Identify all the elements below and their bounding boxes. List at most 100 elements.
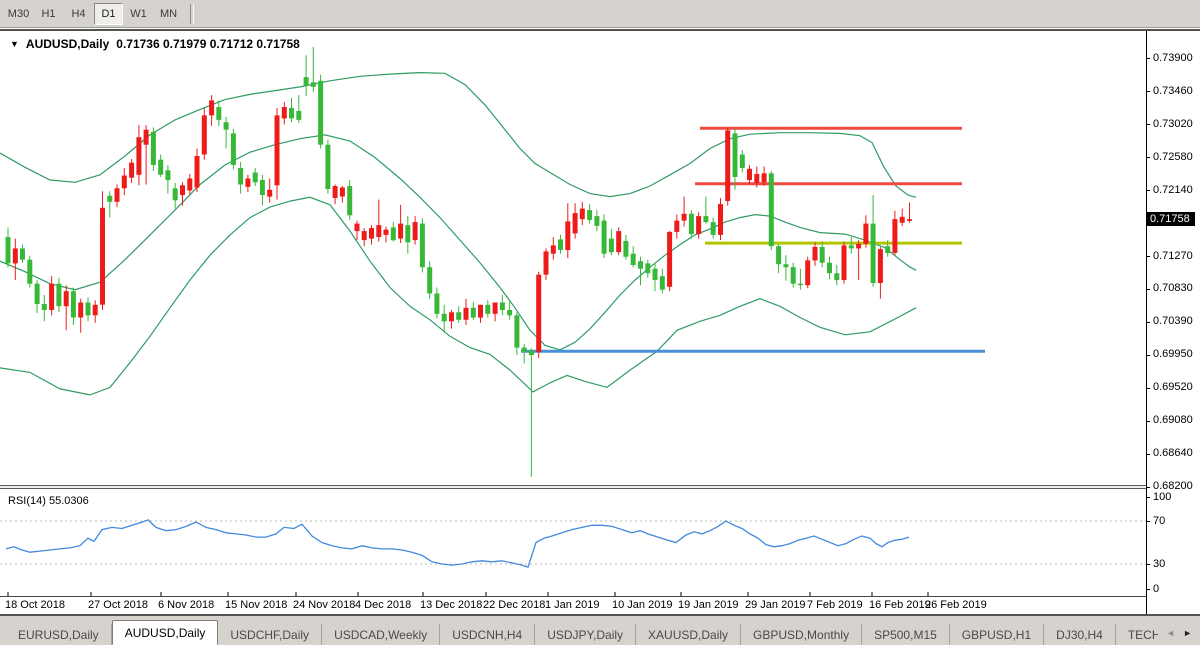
candle-bear[interactable]: [224, 117, 229, 149]
candle-bull[interactable]: [580, 202, 585, 225]
candle-bear[interactable]: [427, 261, 432, 299]
chart-tab-usdjpy-daily[interactable]: USDJPY,Daily: [535, 624, 636, 645]
candle-bull[interactable]: [115, 185, 120, 208]
candle-bull[interactable]: [340, 186, 345, 203]
candle-bear[interactable]: [602, 215, 607, 259]
candle-bull[interactable]: [464, 299, 469, 325]
candle-bull[interactable]: [398, 205, 403, 243]
candle-bull[interactable]: [674, 215, 679, 239]
candle-bull[interactable]: [333, 185, 338, 205]
candle-bear[interactable]: [631, 246, 636, 267]
candle-bear[interactable]: [71, 288, 76, 326]
price-chart-canvas[interactable]: [0, 31, 1146, 485]
candle-bear[interactable]: [442, 305, 447, 333]
candle-bear[interactable]: [769, 171, 774, 250]
chart-tab-usdcad-weekly[interactable]: USDCAD,Weekly: [322, 624, 440, 645]
candle-bull[interactable]: [573, 203, 578, 238]
candle-bear[interactable]: [456, 306, 461, 323]
candle-bear[interactable]: [42, 295, 47, 321]
candle-bear[interactable]: [151, 127, 156, 171]
tab-scroll-left-icon[interactable]: ◄: [1166, 628, 1175, 638]
candle-bear[interactable]: [522, 344, 527, 364]
candle-bear[interactable]: [6, 227, 11, 267]
candle-bull[interactable]: [907, 203, 912, 223]
candle-bear[interactable]: [623, 235, 628, 260]
chart-tab-gbpusd-h1[interactable]: GBPUSD,H1: [950, 624, 1044, 645]
chart-tab-xauusd-daily[interactable]: XAUUSD,Daily: [636, 624, 741, 645]
candle-bull[interactable]: [892, 211, 897, 255]
rsi-line[interactable]: [6, 520, 909, 567]
candle-bull[interactable]: [747, 165, 752, 185]
candle-bull[interactable]: [667, 231, 672, 291]
candle-bear[interactable]: [420, 218, 425, 272]
candle-bear[interactable]: [56, 278, 61, 313]
candle-bear[interactable]: [820, 242, 825, 268]
timeframe-button-mn[interactable]: MN: [154, 3, 183, 25]
candle-bull[interactable]: [805, 257, 810, 289]
candle-bear[interactable]: [471, 302, 476, 320]
rsi-chart-canvas[interactable]: [0, 489, 1146, 597]
candle-bear[interactable]: [260, 175, 265, 206]
timeframe-button-h1[interactable]: H1: [34, 3, 63, 25]
candle-bull[interactable]: [93, 300, 98, 323]
candle-bull[interactable]: [863, 215, 868, 247]
candle-bull[interactable]: [78, 299, 83, 333]
candle-bull[interactable]: [144, 125, 149, 184]
candle-bear[interactable]: [238, 162, 243, 194]
price-axis[interactable]: 0.739000.734600.730200.725800.721400.717…: [1148, 31, 1200, 485]
candle-bear[interactable]: [638, 257, 643, 286]
chart-tab-dj30-h4[interactable]: DJ30,H4: [1044, 624, 1116, 645]
chart-tab-sp500-m15[interactable]: SP500,M15: [862, 624, 950, 645]
candle-bear[interactable]: [304, 55, 309, 96]
candle-bear[interactable]: [86, 297, 91, 321]
candle-bear[interactable]: [107, 191, 112, 217]
candle-bear[interactable]: [594, 210, 599, 231]
candle-bull[interactable]: [449, 310, 454, 329]
candle-bear[interactable]: [703, 197, 708, 224]
candle-bear[interactable]: [434, 288, 439, 319]
candle-bear[interactable]: [791, 263, 796, 288]
candle-bull[interactable]: [725, 127, 730, 205]
chart-tab-usdcnh-h4[interactable]: USDCNH,H4: [440, 624, 535, 645]
candle-bull[interactable]: [100, 191, 105, 310]
candle-bear[interactable]: [405, 216, 410, 254]
candle-bull[interactable]: [369, 225, 374, 245]
candle-bear[interactable]: [289, 98, 294, 122]
candle-bull[interactable]: [813, 242, 818, 265]
candle-bull[interactable]: [209, 95, 214, 126]
candle-bear[interactable]: [871, 195, 876, 287]
candle-bull[interactable]: [136, 125, 141, 185]
timeframe-button-m30[interactable]: M30: [4, 3, 33, 25]
candle-bull[interactable]: [718, 198, 723, 240]
candle-bull[interactable]: [536, 272, 541, 358]
candle-bull[interactable]: [856, 240, 861, 280]
chart-tab-tech100-h[interactable]: TECH100,H: [1116, 624, 1158, 645]
candle-bull[interactable]: [187, 174, 192, 195]
candle-bull[interactable]: [64, 285, 69, 330]
candle-bear[interactable]: [849, 237, 854, 254]
candle-bear[interactable]: [311, 47, 316, 92]
candle-bear[interactable]: [798, 269, 803, 290]
candle-bear[interactable]: [165, 165, 170, 194]
candle-bear[interactable]: [689, 210, 694, 239]
candle-bull[interactable]: [551, 237, 556, 260]
candle-bull[interactable]: [565, 203, 570, 258]
candle-bear[interactable]: [645, 260, 650, 278]
candle-bear[interactable]: [231, 129, 236, 170]
candle-bull[interactable]: [900, 209, 905, 226]
candle-bull[interactable]: [129, 159, 134, 183]
candle-bull[interactable]: [842, 242, 847, 284]
candle-bull[interactable]: [282, 102, 287, 125]
tab-scroll-right-icon[interactable]: ►: [1183, 628, 1192, 638]
candle-bull[interactable]: [49, 276, 54, 315]
candle-bear[interactable]: [827, 257, 832, 280]
date-axis[interactable]: 18 Oct 201827 Oct 20186 Nov 201815 Nov 2…: [0, 598, 1146, 614]
candle-bear[interactable]: [776, 244, 781, 273]
candle-bull[interactable]: [616, 227, 621, 255]
candle-bull[interactable]: [376, 200, 381, 242]
candle-bull[interactable]: [384, 227, 389, 243]
candle-bear[interactable]: [216, 100, 221, 126]
band-upper[interactable]: [0, 73, 916, 198]
candle-bull[interactable]: [275, 108, 280, 200]
candle-bull[interactable]: [362, 228, 367, 246]
